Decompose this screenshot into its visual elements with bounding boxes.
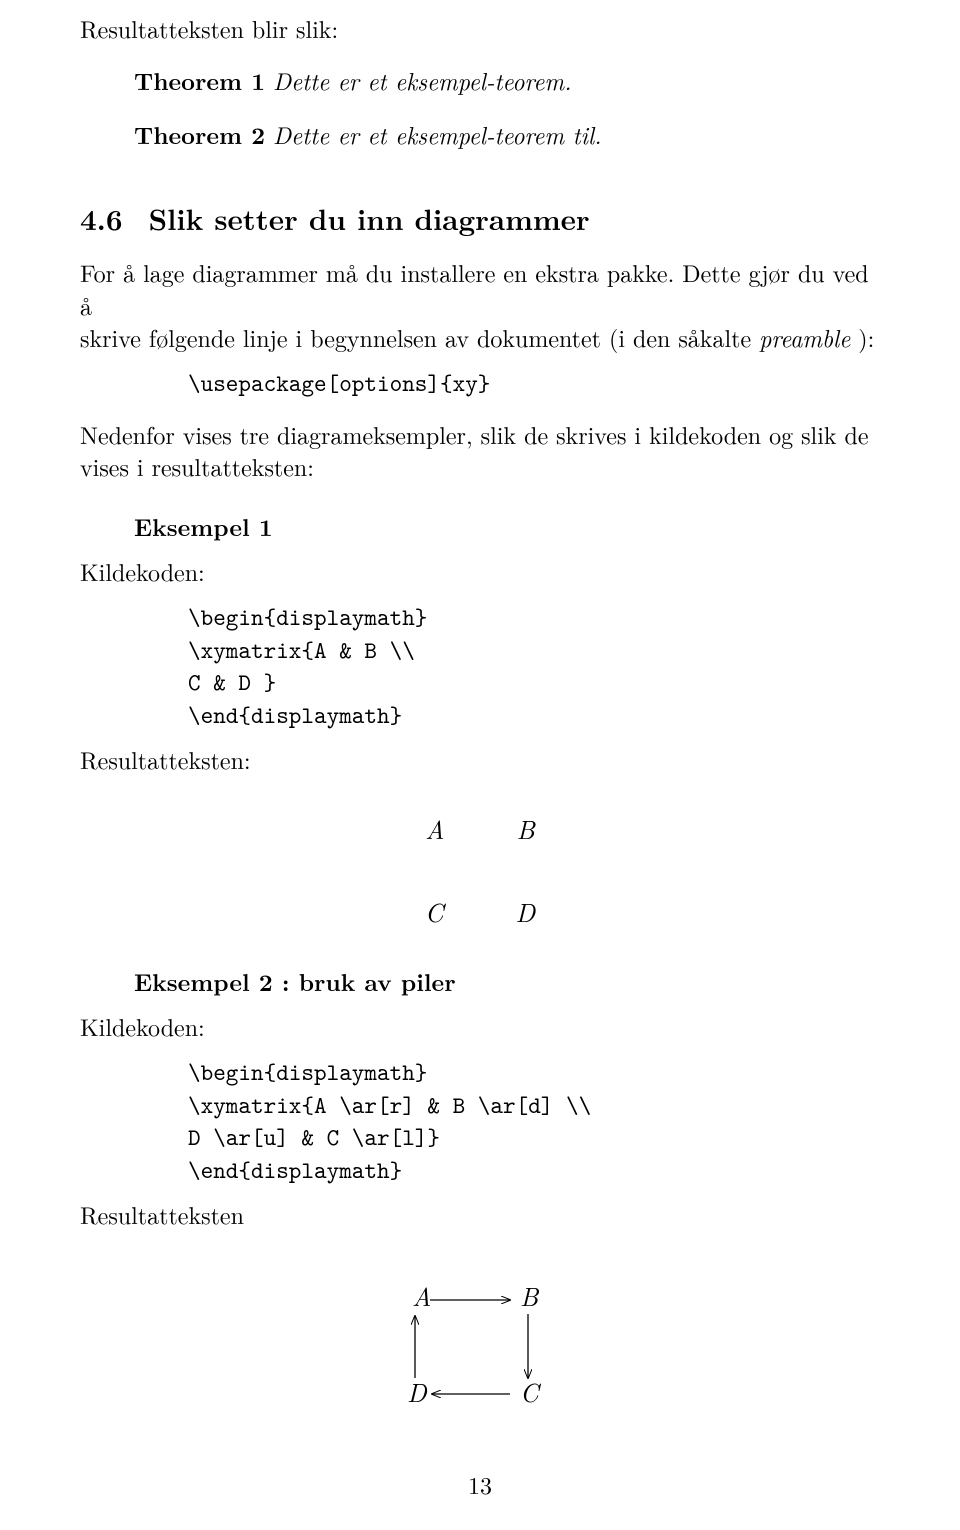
section-number: 4.6: [80, 199, 123, 238]
ex1-code-line-1: \begin{displaymath}: [188, 601, 880, 633]
theorem-1-label: Theorem 1: [134, 64, 265, 98]
body1-line-b: skrive følgende linje i begynnelsen av d…: [80, 320, 759, 354]
theorem-2-label: Theorem 2: [134, 118, 265, 152]
kildekoden-label-1: Kildekoden:: [80, 555, 880, 587]
section-title: Slik setter du inn diagrammer: [149, 199, 590, 238]
example-2-title: Eksempel 2 : bruk av piler: [80, 966, 880, 998]
body1-line-c: ):: [850, 320, 874, 354]
body1-line-a: For å lage diagrammer må du installere e…: [80, 255, 869, 321]
kildekoden-label-2: Kildekoden:: [80, 1010, 880, 1042]
ex2-code-line-1: \begin{displaymath}: [188, 1056, 880, 1088]
diagram1-B: B: [517, 811, 535, 846]
theorem-1-line: Theorem 1 Dette er et eksempel-teorem.: [80, 64, 880, 97]
example-1-title: Eksempel 1: [80, 511, 880, 543]
theorem-1-text: Dette er et eksempel-teorem.: [273, 63, 571, 97]
theorem-2-line: Theorem 2 Dette er et eksempel-teorem ti…: [80, 118, 880, 151]
example-2-code: \begin{displaymath} \xymatrix{A \ar[r] &…: [80, 1056, 880, 1186]
diagram-2: A B D C: [80, 1270, 880, 1440]
preamble-word: preamble: [759, 320, 850, 354]
diagram1-D: D: [515, 894, 535, 929]
ex1-code-line-4: \end{displaymath}: [188, 699, 880, 731]
resultatteksten-label-1: Resultatteksten:: [80, 743, 880, 775]
section-heading: 4.6 Slik setter du inn diagrammer: [80, 199, 880, 238]
ex2-code-line-2: \xymatrix{A \ar[r] & B \ar[d] \\: [188, 1089, 880, 1121]
body-paragraph-1: For å lage diagrammer må du installere e…: [80, 256, 880, 353]
diagram-1: A B C D: [80, 811, 880, 929]
diagram1-A: A: [425, 811, 444, 846]
body-paragraph-2: Nedenfor vises tre diagrameksempler, sli…: [80, 418, 880, 483]
ex1-code-line-2: \xymatrix{A & B \\: [188, 634, 880, 666]
diagram2-A: A: [412, 1277, 431, 1314]
code-usepackage: \usepackage[options]{xy}: [80, 367, 880, 399]
diagram2-C: C: [520, 1373, 542, 1410]
ex2-code-line-4: \end{displaymath}: [188, 1154, 880, 1186]
intro-line: Resultatteksten blir slik:: [80, 12, 880, 44]
ex1-code-line-3: C & D }: [188, 666, 880, 698]
resultatteksten-label-2: Resultatteksten: [80, 1198, 880, 1230]
theorem-2-text: Dette er et eksempel-teorem til.: [273, 117, 602, 151]
body2-line-b: vises i resultatteksten:: [80, 449, 314, 483]
example-1-code: \begin{displaymath} \xymatrix{A & B \\ C…: [80, 601, 880, 731]
diagram1-C: C: [425, 894, 444, 929]
page-number: 13: [0, 1468, 960, 1500]
diagram2-D: D: [407, 1373, 428, 1410]
ex2-code-line-3: D \ar[u] & C \ar[l]}: [188, 1121, 880, 1153]
diagram2-B: B: [520, 1277, 540, 1314]
body2-line-a: Nedenfor vises tre diagrameksempler, sli…: [80, 417, 869, 451]
